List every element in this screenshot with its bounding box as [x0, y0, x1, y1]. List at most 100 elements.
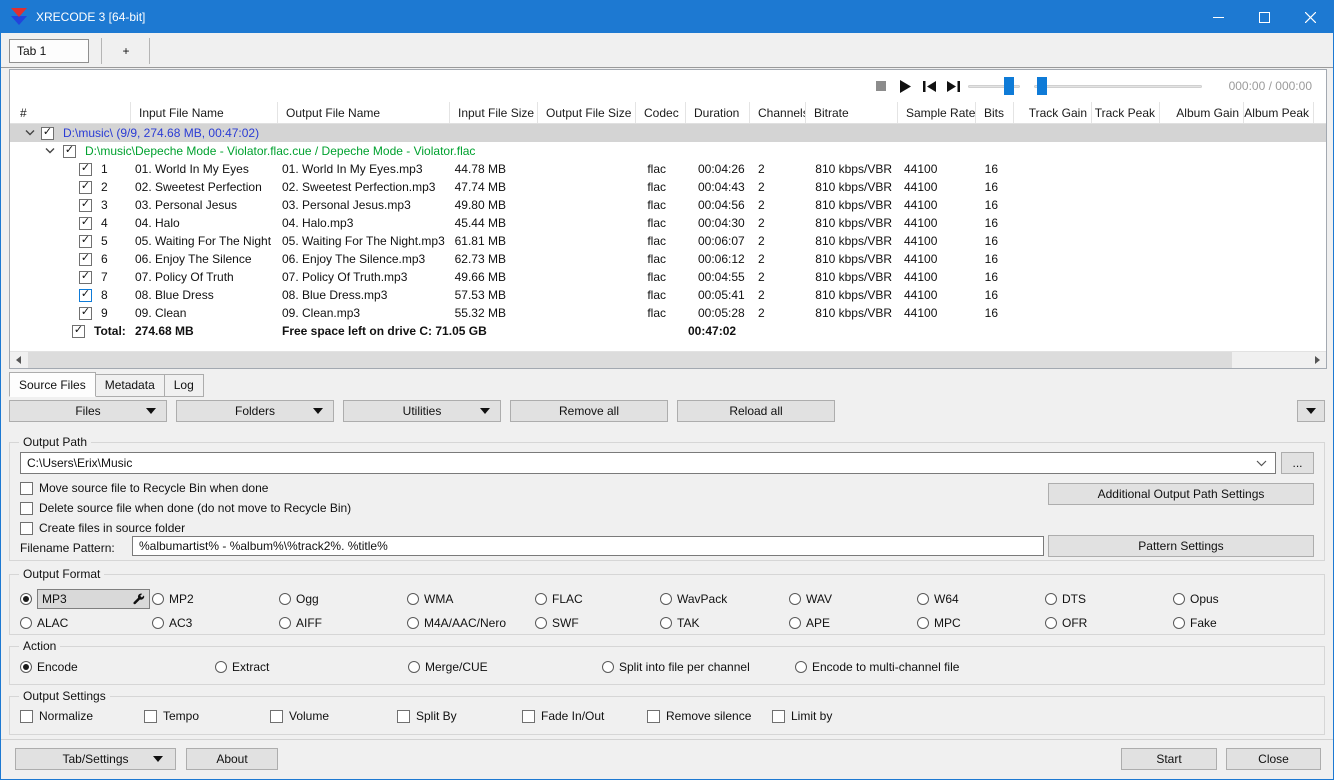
column-header[interactable]: Output File Name — [278, 102, 450, 123]
format-option[interactable]: Ogg — [279, 592, 407, 606]
row-checkbox[interactable] — [79, 288, 92, 302]
output-setting-option[interactable]: Tempo — [144, 709, 270, 723]
group-row-directory[interactable]: D:\music\ (9/9, 274.68 MB, 00:47:02) — [10, 124, 1326, 142]
scrollbar-thumb[interactable] — [28, 352, 1232, 368]
more-options-button[interactable] — [1297, 400, 1325, 422]
radio-icon[interactable] — [1045, 617, 1057, 629]
row-checkbox[interactable] — [79, 270, 92, 284]
start-button[interactable]: Start — [1121, 748, 1217, 770]
volume-slider[interactable] — [968, 77, 1020, 95]
row-checkbox[interactable] — [79, 180, 92, 194]
action-option[interactable]: Split into file per channel — [602, 660, 795, 674]
group-row-cue[interactable]: D:\music\Depeche Mode - Violator.flac.cu… — [10, 142, 1326, 160]
column-header[interactable]: Duration — [686, 102, 750, 123]
setting-checkbox[interactable] — [20, 709, 33, 723]
format-option[interactable]: M4A/AAC/Nero — [407, 616, 535, 630]
radio-icon[interactable] — [1045, 593, 1057, 605]
column-header[interactable]: # — [10, 102, 131, 123]
remove-all-button[interactable]: Remove all — [510, 400, 668, 422]
format-option[interactable]: Fake — [1173, 616, 1320, 630]
titlebar[interactable]: XRECODE 3 [64-bit] — [1, 1, 1333, 33]
format-option[interactable]: MPC — [917, 616, 1045, 630]
radio-icon[interactable] — [795, 661, 807, 673]
setting-checkbox[interactable] — [647, 709, 660, 723]
radio-icon[interactable] — [1173, 617, 1185, 629]
folders-button[interactable]: Folders — [176, 400, 334, 422]
radio-icon[interactable] — [279, 593, 291, 605]
setting-checkbox[interactable] — [144, 709, 157, 723]
output-path-input[interactable]: C:\Users\Erix\Music — [20, 452, 1276, 474]
additional-output-path-settings-button[interactable]: Additional Output Path Settings — [1048, 483, 1314, 505]
radio-icon[interactable] — [407, 593, 419, 605]
row-checkbox[interactable] — [79, 216, 92, 230]
close-button[interactable] — [1287, 1, 1333, 33]
output-setting-option[interactable]: Remove silence — [647, 709, 772, 723]
maximize-button[interactable] — [1241, 1, 1287, 33]
setting-checkbox[interactable] — [522, 709, 535, 723]
radio-icon[interactable] — [789, 593, 801, 605]
column-header[interactable]: Output File Size — [538, 102, 636, 123]
action-option[interactable]: Merge/CUE — [408, 660, 602, 674]
row-checkbox[interactable] — [79, 234, 92, 248]
total-checkbox[interactable] — [72, 324, 85, 338]
setting-checkbox[interactable] — [397, 709, 410, 723]
row-checkbox[interactable] — [79, 252, 92, 266]
output-setting-option[interactable]: Fade In/Out — [522, 709, 647, 723]
radio-icon[interactable] — [407, 617, 419, 629]
row-checkbox[interactable] — [79, 198, 92, 212]
format-option[interactable]: WAV — [789, 592, 917, 606]
play-button[interactable] — [896, 77, 914, 95]
column-header[interactable]: Bits — [976, 102, 1014, 123]
radio-icon[interactable] — [20, 617, 32, 629]
radio-icon[interactable] — [917, 617, 929, 629]
table-row[interactable]: 3 03. Personal Jesus 03. Personal Jesus.… — [10, 196, 1326, 214]
format-option[interactable]: MP2 — [152, 592, 279, 606]
filename-pattern-input[interactable]: %albumartist% - %album%\%track2%. %title… — [132, 536, 1044, 556]
column-header[interactable]: Track Peak — [1092, 102, 1160, 123]
column-header[interactable]: Sample Rate — [898, 102, 976, 123]
source-folder-checkbox[interactable] — [20, 521, 33, 535]
action-option[interactable]: Encode to multi-channel file — [795, 660, 1320, 674]
format-option[interactable]: DTS — [1045, 592, 1173, 606]
table-row[interactable]: 9 09. Clean 09. Clean.mp3 55.32 MB flac … — [10, 304, 1326, 322]
setting-checkbox[interactable] — [772, 709, 785, 723]
table-row[interactable]: 5 05. Waiting For The Night 05. Waiting … — [10, 232, 1326, 250]
radio-icon[interactable] — [535, 593, 547, 605]
column-header[interactable]: Track Gain — [1014, 102, 1092, 123]
radio-icon[interactable] — [602, 661, 614, 673]
tab-settings-button[interactable]: Tab/Settings — [15, 748, 176, 770]
group-checkbox[interactable] — [63, 144, 76, 158]
format-option[interactable]: W64 — [917, 592, 1045, 606]
radio-icon[interactable] — [1173, 593, 1185, 605]
tab-metadata[interactable]: Metadata — [94, 374, 165, 397]
format-option[interactable]: AC3 — [152, 616, 279, 630]
table-row[interactable]: 2 02. Sweetest Perfection 02. Sweetest P… — [10, 178, 1326, 196]
radio-icon[interactable] — [152, 593, 164, 605]
table-row[interactable]: 1 01. World In My Eyes 01. World In My E… — [10, 160, 1326, 178]
files-button[interactable]: Files — [9, 400, 167, 422]
radio-icon[interactable] — [660, 593, 672, 605]
format-option[interactable]: APE — [789, 616, 917, 630]
pattern-settings-button[interactable]: Pattern Settings — [1048, 535, 1314, 557]
combo-chevron-down-icon[interactable] — [1256, 460, 1267, 467]
scroll-left-arrow-icon[interactable] — [10, 352, 27, 368]
add-tab-button[interactable]: + — [105, 39, 147, 63]
utilities-button[interactable]: Utilities — [343, 400, 501, 422]
delete-source-checkbox[interactable] — [20, 501, 33, 515]
format-option[interactable]: ALAC — [20, 616, 152, 630]
column-header[interactable]: Input File Name — [131, 102, 278, 123]
tab-1[interactable]: Tab 1 — [9, 39, 89, 63]
stop-button[interactable] — [872, 77, 890, 95]
output-setting-option[interactable]: Split By — [397, 709, 522, 723]
format-option[interactable]: Opus — [1173, 592, 1320, 606]
about-button[interactable]: About — [186, 748, 278, 770]
table-row[interactable]: 4 04. Halo 04. Halo.mp3 45.44 MB flac 00… — [10, 214, 1326, 232]
output-setting-option[interactable]: Limit by — [772, 709, 1320, 723]
minimize-button[interactable] — [1195, 1, 1241, 33]
close-button-bottom[interactable]: Close — [1226, 748, 1321, 770]
radio-icon[interactable] — [535, 617, 547, 629]
seek-slider-handle[interactable] — [1037, 77, 1048, 95]
tab-source-files[interactable]: Source Files — [9, 372, 96, 397]
volume-slider-handle[interactable] — [1004, 77, 1015, 95]
table-row[interactable]: 6 06. Enjoy The Silence 06. Enjoy The Si… — [10, 250, 1326, 268]
